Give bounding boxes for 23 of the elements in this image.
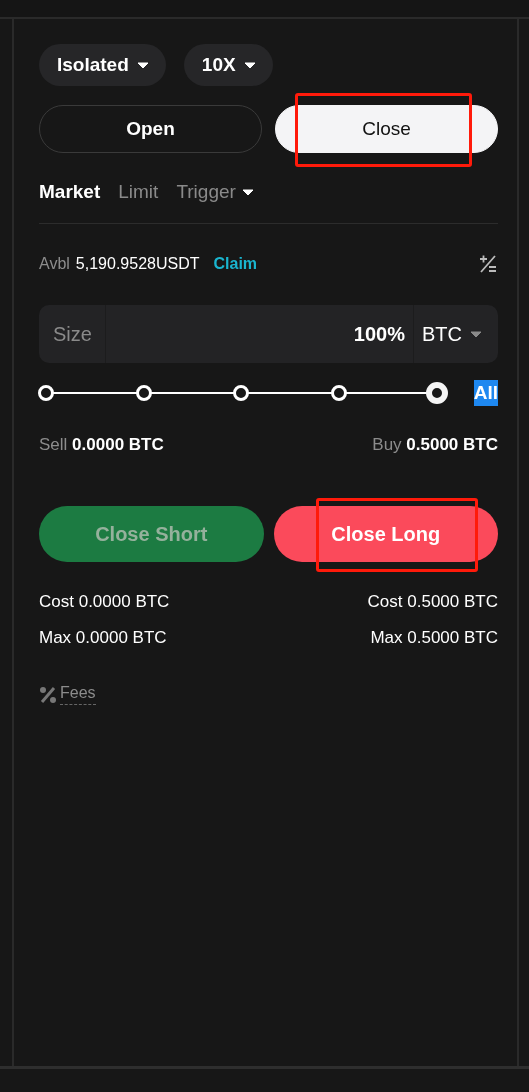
- order-type-tab[interactable]: Market: [39, 181, 101, 203]
- dropdown-chip[interactable]: 10X: [183, 44, 273, 86]
- summary-text: Cost 0.0000 BTC: [39, 592, 170, 612]
- fees-link[interactable]: Fees: [60, 684, 96, 705]
- order-type-tab[interactable]: Trigger: [176, 181, 254, 203]
- caret-icon: [136, 61, 149, 69]
- caret-icon: [470, 330, 482, 338]
- claim-link[interactable]: Claim: [213, 255, 258, 273]
- amount-text: Buy 0.5000 BTC: [372, 435, 498, 455]
- available-value: 5,190.9528USDT: [75, 255, 200, 273]
- size-field[interactable]: Size 100% BTC: [39, 305, 498, 363]
- order-type-tab[interactable]: Limit: [118, 181, 159, 203]
- amount-text: Sell 0.0000 BTC: [39, 435, 164, 455]
- summary-text: Max 0.5000 BTC: [370, 628, 498, 648]
- mode-tab[interactable]: Close: [275, 105, 498, 153]
- summary-text: Cost 0.5000 BTC: [367, 592, 498, 612]
- dropdown-chip[interactable]: Isolated: [39, 44, 166, 86]
- all-label[interactable]: All: [473, 380, 498, 406]
- caret-icon: [243, 61, 256, 69]
- summary-text: Max 0.0000 BTC: [39, 628, 167, 648]
- available-label: Avbl: [39, 255, 70, 273]
- plus-minus-icon[interactable]: [478, 254, 498, 274]
- percent-icon: [39, 685, 57, 704]
